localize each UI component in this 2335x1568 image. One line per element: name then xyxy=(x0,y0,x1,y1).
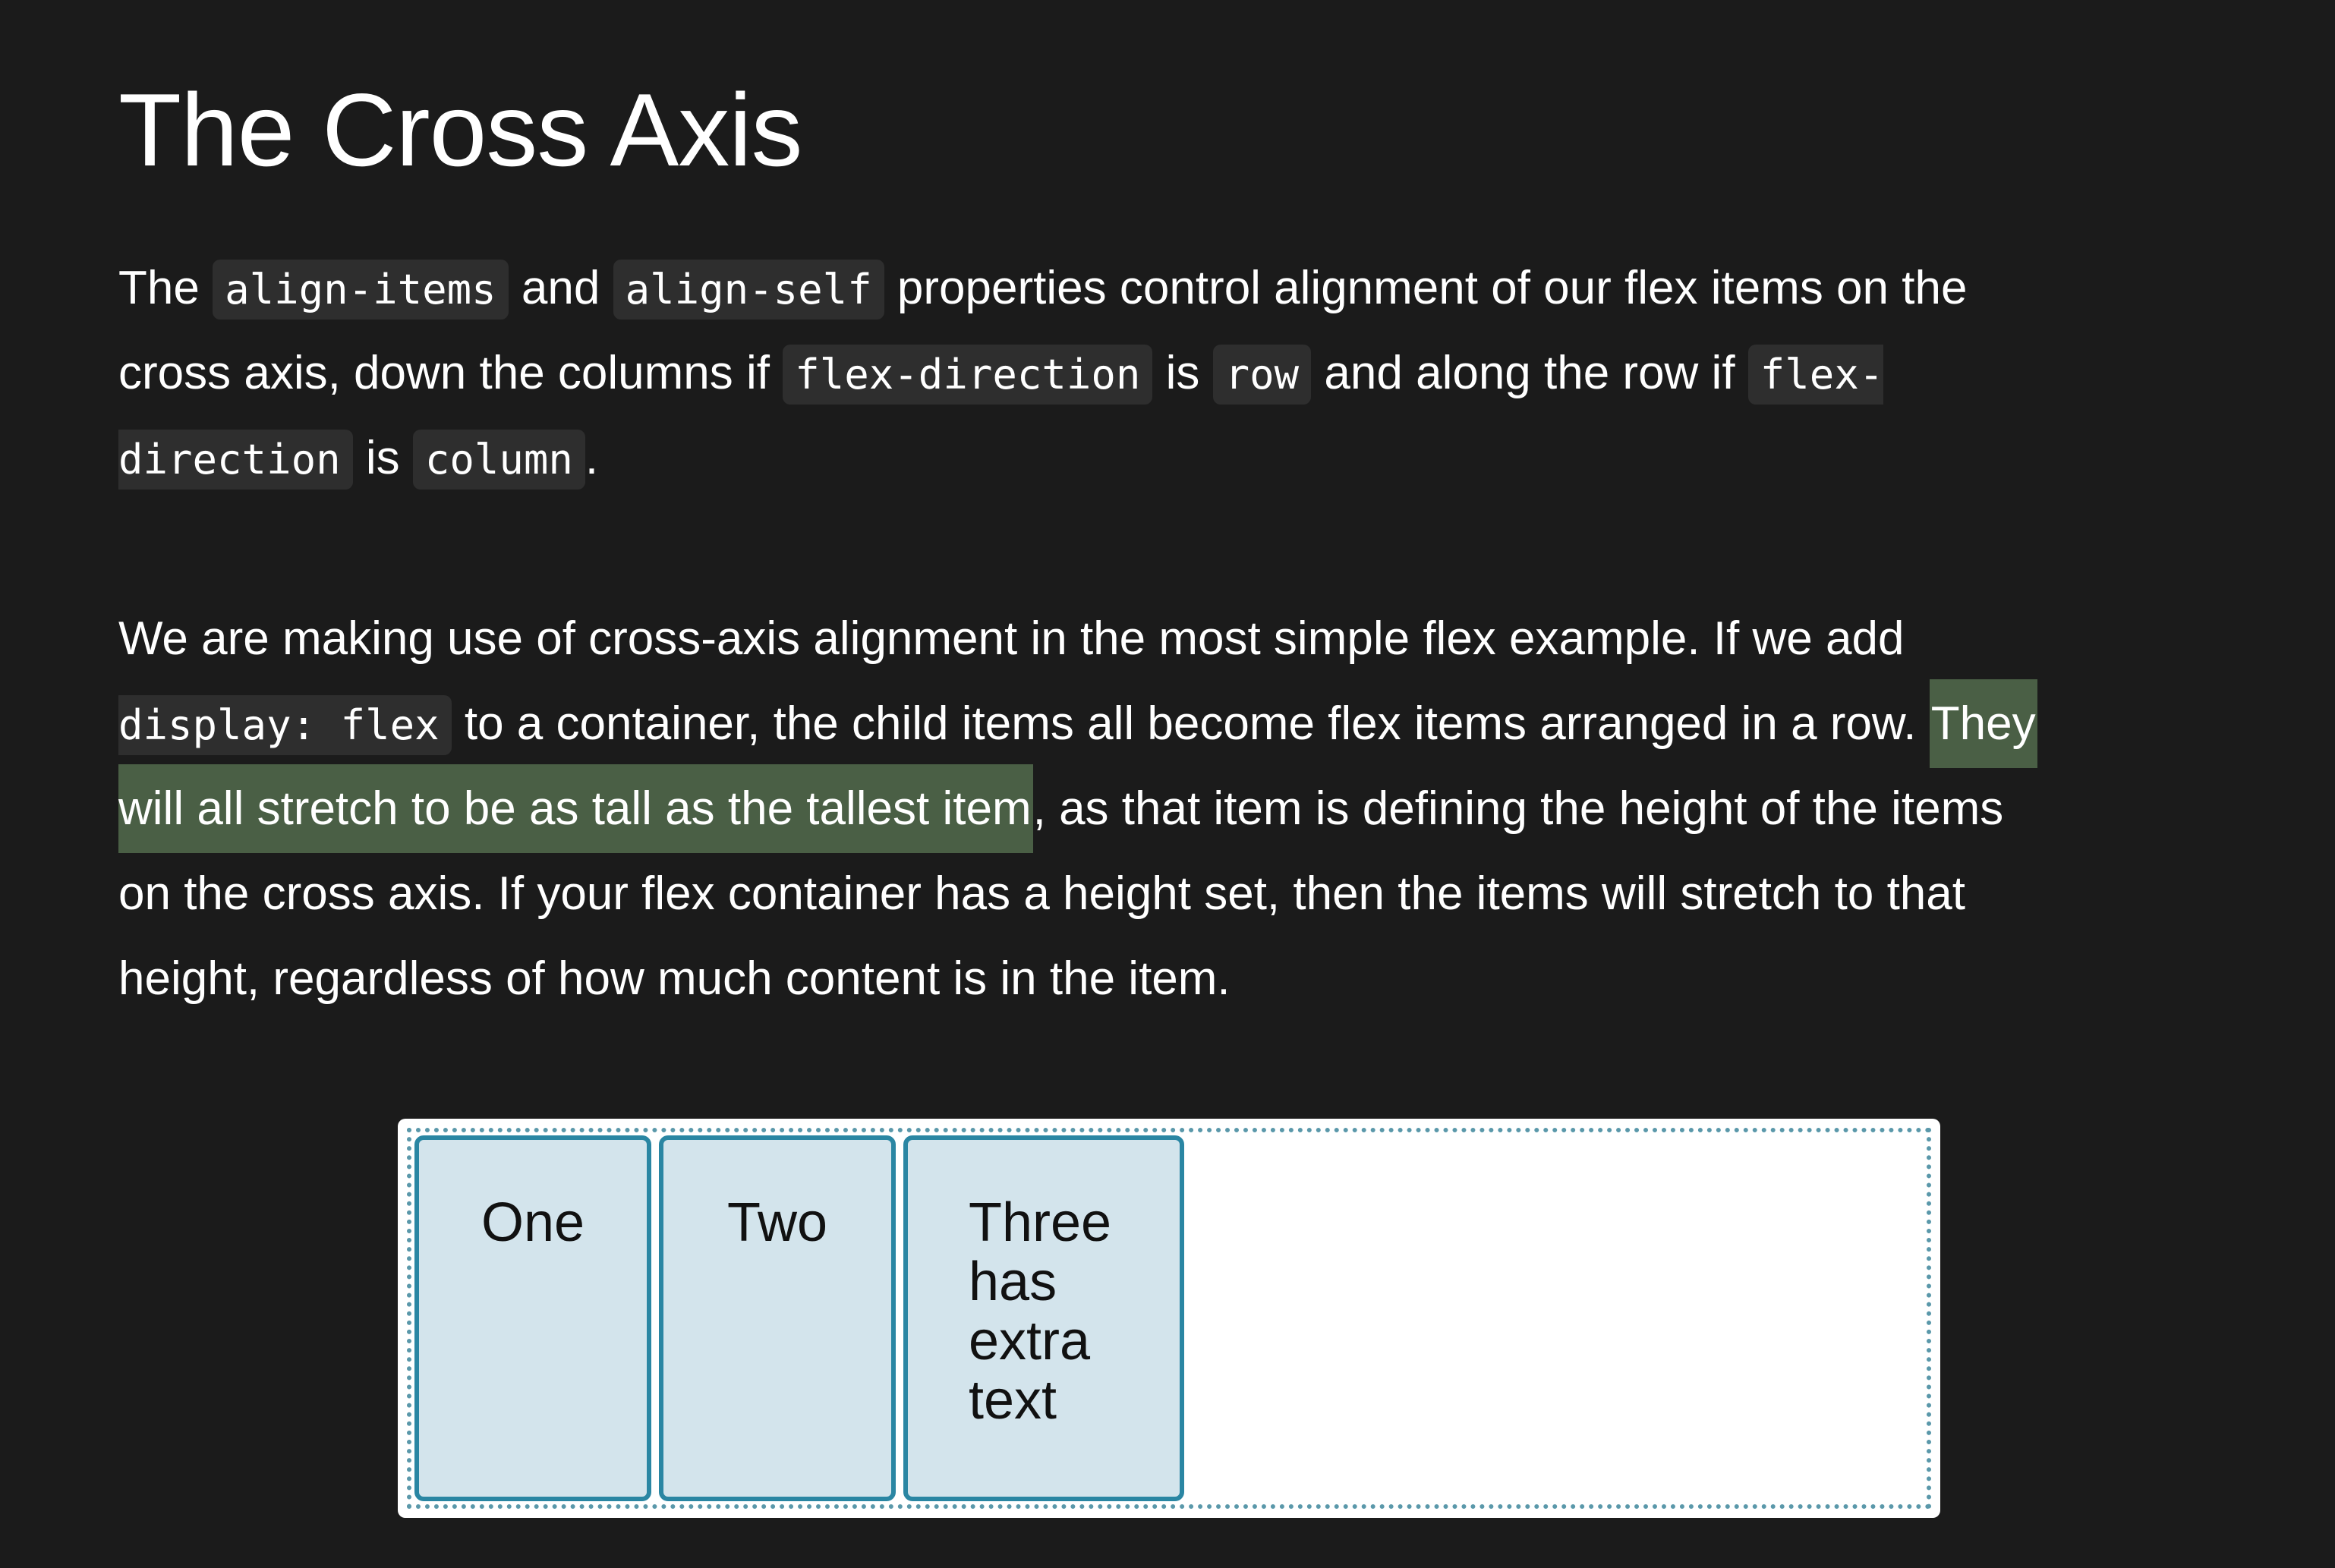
text: and xyxy=(508,262,613,314)
paragraph-line: We are making use of cross-axis alignmen… xyxy=(118,612,1905,665)
code-row: row xyxy=(1212,345,1312,405)
text: , as that item is defining the height of… xyxy=(1032,782,2004,835)
highlighted-text: They xyxy=(1929,679,2037,768)
text: and along the row if xyxy=(1311,347,1748,399)
text: The xyxy=(118,262,213,314)
text: to a container, the child items all beco… xyxy=(451,697,1930,750)
code-flex-direction-part1: flex- xyxy=(1747,345,1884,405)
flex-item-two: Two xyxy=(659,1135,896,1501)
text: cross axis, down the columns if xyxy=(118,347,783,399)
code-align-items: align-items xyxy=(213,260,509,320)
code-display-flex: display: flex xyxy=(118,695,452,755)
flex-item-three: Three has extra text xyxy=(903,1135,1184,1501)
paragraph-cross-axis-intro: The align-items and align-self propertie… xyxy=(118,246,2244,501)
code-flex-direction: flex-direction xyxy=(783,345,1153,405)
paragraph-line: display: flex to a container, the child … xyxy=(118,679,2244,768)
flex-container: One Two Three has extra text xyxy=(407,1128,1931,1509)
text: is xyxy=(352,432,413,484)
text: properties control alignment of our flex… xyxy=(884,262,1968,314)
text: is xyxy=(1152,347,1213,399)
code-align-self: align-self xyxy=(613,260,884,320)
paragraph-line: will all stretch to be as tall as the ta… xyxy=(118,764,2244,853)
page-title: The Cross Axis xyxy=(118,72,802,187)
paragraph-line: direction is column. xyxy=(118,416,2244,501)
paragraph-line: cross axis, down the columns if flex-dir… xyxy=(118,331,2244,416)
paragraph-cross-axis-example: We are making use of cross-axis alignmen… xyxy=(118,597,2244,1022)
code-flex-direction-part2: direction xyxy=(118,430,353,490)
highlighted-text: will all stretch to be as tall as the ta… xyxy=(118,764,1033,853)
flex-example-figure: One Two Three has extra text xyxy=(398,1119,1940,1518)
flex-item-one: One xyxy=(414,1135,651,1501)
paragraph-line: on the cross axis. If your flex containe… xyxy=(118,867,1965,920)
code-column: column xyxy=(412,430,585,490)
text: . xyxy=(585,432,599,484)
paragraph-line: height, regardless of how much content i… xyxy=(118,952,1231,1005)
paragraph-line: The align-items and align-self propertie… xyxy=(118,246,2244,331)
